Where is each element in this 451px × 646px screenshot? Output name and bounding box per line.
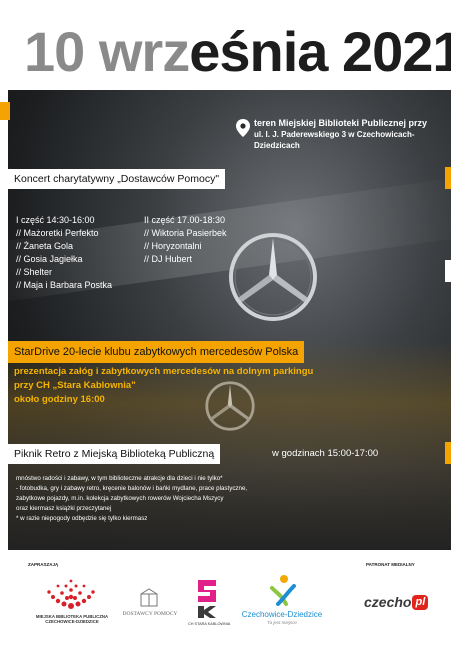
concert-heading: Koncert charytatywny „Dostawców Pomocy" — [8, 169, 226, 189]
dostawcy-logo-text: DOSTAWCY POMOCY — [122, 611, 178, 617]
city-logo-icon — [270, 575, 296, 606]
stardrive-line: przy CH „Stara Kablownia" — [14, 380, 136, 391]
kablownia-logo-icon — [198, 580, 216, 618]
piknik-heading: Piknik Retro z Miejską Biblioteką Public… — [8, 444, 221, 464]
piknik-detail: - fotobudka, gry i zabawy retro, kręceni… — [16, 485, 248, 492]
orange-tab-right-2 — [445, 442, 451, 464]
sponsors-section: ZAPRASZAJĄ PATRONAT MEDIALNY MIEJSKA BIB… — [0, 550, 451, 646]
part2-act: // DJ Hubert — [144, 254, 193, 264]
part2-act: // Wiktoria Pasierbek — [144, 228, 227, 238]
media-logo-badge: pl — [412, 595, 429, 610]
media-logo: czecho pl — [364, 594, 429, 612]
city-logo-slogan: Tu jest miejsce — [267, 620, 297, 625]
part2-time: II część 17.00-18:30 — [144, 215, 226, 225]
piknik-detail: mnóstwo radości i zabawy, w tym bibliote… — [16, 475, 223, 482]
location-line1: teren Miejskiej Biblioteki Publicznej pr… — [254, 118, 428, 128]
part2-act: // Horyzontalni — [144, 241, 202, 251]
part1-time: I część 14:30-16:00 — [16, 215, 95, 225]
part1-act: // Gosia Jagiełka — [16, 254, 83, 264]
location-pin-icon — [236, 119, 250, 137]
kablownia-logo-text: CH STARA KABLOWNIA — [188, 622, 231, 626]
piknik-detail: zabytkowe pojazdy, m.in. kolekcja zabytk… — [16, 495, 224, 502]
orange-tab-top — [0, 102, 10, 120]
part1-act: // Maja i Barbara Postka — [16, 280, 113, 290]
location-line2: ul. I. J. Paderewskiego 3 w Czechowicach… — [254, 130, 415, 150]
poster-title: 10 września 2021 — [24, 20, 451, 84]
media-logo-text: czecho — [364, 594, 412, 610]
dostawcy-logo-icon — [140, 588, 158, 607]
piknik-detail: oraz kiermasz książki przeczytanej — [16, 505, 112, 512]
piknik-hours: w godzinach 15:00-17:00 — [272, 448, 379, 459]
piknik-details: mnóstwo radości i zabawy, w tym bibliote… — [16, 474, 247, 524]
title-part-gray: 10 wrz — [24, 20, 190, 83]
concert-part1: I część 14:30-16:00 // Mażoretki Perfekt… — [16, 214, 112, 292]
location-text: teren Miejskiej Biblioteki Publicznej pr… — [254, 118, 451, 151]
media-label: PATRONAT MEDIALNY — [366, 562, 415, 567]
event-poster: 10 września 2021 teren Miejskiej Bibliot… — [0, 0, 451, 646]
invite-label: ZAPRASZAJĄ — [28, 562, 59, 567]
orange-tab-right-1 — [445, 167, 451, 189]
piknik-detail: * w razie niepogody odbędzie się tylko k… — [16, 515, 148, 522]
mercedes-star-emblem — [229, 233, 317, 321]
white-tab-right — [445, 260, 451, 282]
library-logo-icon — [47, 579, 95, 609]
city-logo-name: Czechowice-Dziedzice — [241, 610, 323, 619]
library-logo-text: MIEJSKA BIBLIOTEKA PUBLICZNA CZECHOWICE-… — [30, 614, 114, 624]
stardrive-heading: StarDrive 20-lecie klubu zabytkowych mer… — [8, 341, 305, 363]
stardrive-line: prezentacja załóg i zabytkowych mercedes… — [14, 366, 314, 377]
stardrive-line: około godziny 16:00 — [14, 394, 105, 405]
part1-act: // Żaneta Gola — [16, 241, 74, 251]
title-part-dark: eśnia 2021 — [189, 20, 451, 83]
part1-act: // Mażoretki Perfekto — [16, 228, 99, 238]
stardrive-details: prezentacja załóg i zabytkowych mercedes… — [14, 365, 313, 407]
library-city: CZECHOWICE-DZIEDZICE — [45, 619, 99, 624]
concert-part2: II część 17.00-18:30 // Wiktoria Pasierb… — [144, 214, 227, 266]
part1-act: // Shelter — [16, 267, 53, 277]
